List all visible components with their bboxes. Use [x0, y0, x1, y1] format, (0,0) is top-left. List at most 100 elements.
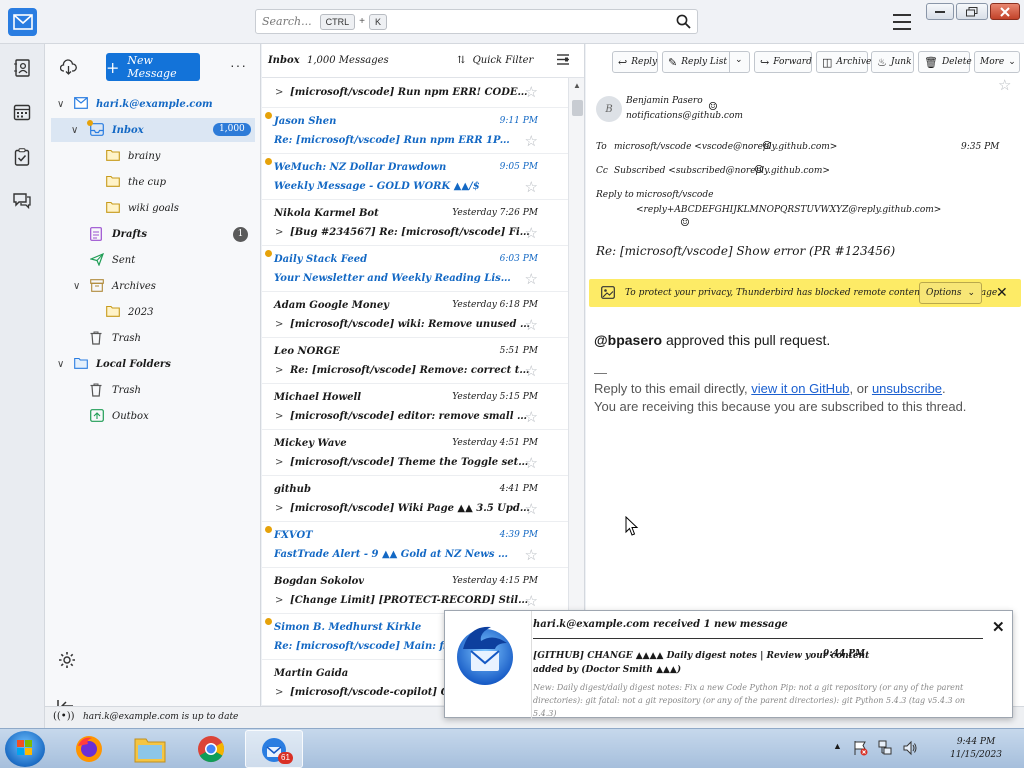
- star-icon[interactable]: ☆: [525, 408, 538, 426]
- star-icon[interactable]: ☆: [525, 592, 538, 610]
- maximize-button[interactable]: [956, 3, 988, 20]
- folder-archives[interactable]: ∨ Archives: [45, 274, 261, 298]
- tasks-icon[interactable]: [11, 146, 33, 168]
- message-row[interactable]: Daily Stack Feed 6:03 PM Your Newsletter a…: [262, 246, 568, 292]
- address-book-icon[interactable]: [11, 57, 33, 79]
- folder-drafts[interactable]: Drafts 1: [45, 222, 261, 246]
- junk-button[interactable]: ♨ Junk: [871, 51, 914, 73]
- local-folders-row[interactable]: ∨ Local Folders: [45, 352, 261, 376]
- scroll-up-icon[interactable]: ▲: [573, 81, 581, 90]
- unsubscribe-link[interactable]: unsubscribe: [872, 381, 942, 396]
- search-icon[interactable]: [676, 14, 691, 32]
- taskbar-firefox-icon[interactable]: [60, 730, 118, 768]
- star-icon[interactable]: ☆: [525, 132, 538, 150]
- forward-button[interactable]: ↪ Forward: [754, 51, 812, 73]
- chevron-down-icon[interactable]: ⌄: [735, 55, 743, 65]
- scroll-thumb[interactable]: [572, 100, 583, 116]
- mention[interactable]: @bpasero: [594, 332, 662, 348]
- close-window-button[interactable]: [990, 3, 1020, 20]
- action-center-flag-icon[interactable]: [852, 740, 868, 759]
- show-hidden-icons-icon[interactable]: ▲: [833, 741, 842, 751]
- online-status-icon[interactable]: ((•)): [53, 711, 75, 722]
- reply-to-address[interactable]: <reply+ABCDEFGHIJKLMNOPQRSTUVWXYZ@reply.…: [636, 205, 941, 215]
- message-row[interactable]: github 4:41 PM > [microsoft/vscode] Wiki Pa…: [262, 476, 568, 522]
- star-icon[interactable]: ☆: [525, 224, 538, 242]
- add-contact-icon[interactable]: ☺: [708, 100, 718, 113]
- folder-brainy[interactable]: brainy: [45, 144, 261, 168]
- star-icon[interactable]: ☆: [525, 83, 538, 101]
- expand-thread-icon[interactable]: >: [275, 365, 283, 376]
- star-icon[interactable]: ☆: [525, 454, 538, 472]
- expand-thread-icon[interactable]: >: [275, 227, 283, 238]
- expand-thread-icon[interactable]: >: [275, 595, 283, 606]
- cc-value[interactable]: Subscribed <subscribed@noreply.github.co…: [614, 166, 830, 176]
- folder-the-cup[interactable]: the cup: [45, 170, 261, 194]
- taskbar-clock[interactable]: 9:44 PM 11/15/2023: [944, 736, 1008, 762]
- reply-list-button[interactable]: ✎ Reply List ⌄: [662, 51, 750, 73]
- volume-icon[interactable]: [902, 740, 918, 759]
- star-icon[interactable]: ☆: [525, 178, 538, 196]
- folder-2023[interactable]: 2023: [45, 300, 261, 324]
- message-row[interactable]: Adam Google Money Yesterday 6:18 PM > [micr…: [262, 292, 568, 338]
- account-row[interactable]: ∨ hari.k@example.com: [45, 92, 261, 116]
- remote-content-options-button[interactable]: Options ⌄: [919, 282, 983, 304]
- taskbar-explorer-icon[interactable]: [121, 730, 179, 768]
- expand-thread-icon[interactable]: >: [275, 87, 283, 98]
- minimize-button[interactable]: [926, 3, 954, 20]
- sender-name[interactable]: Benjamin Pasero: [626, 96, 703, 106]
- expand-thread-icon[interactable]: >: [275, 319, 283, 330]
- message-row[interactable]: Jason Shen 9:11 PM Re: [microsoft/vscode] …: [262, 108, 568, 154]
- list-display-options-icon[interactable]: [556, 53, 570, 69]
- add-contact-icon[interactable]: ☺: [762, 139, 772, 152]
- message-row[interactable]: Michael Howell Yesterday 5:15 PM > [microso…: [262, 384, 568, 430]
- new-mail-notification[interactable]: hari.k@example.com received 1 new messag…: [444, 610, 1013, 719]
- new-message-button[interactable]: + New Message: [106, 53, 200, 81]
- chat-icon[interactable]: [11, 190, 33, 212]
- view-on-github-link[interactable]: view it on GitHub: [751, 381, 849, 396]
- taskbar-chrome-icon[interactable]: [182, 730, 240, 768]
- message-row[interactable]: WeMuch: NZ Dollar Drawdown 9:05 PM Weekly …: [262, 154, 568, 200]
- expand-thread-icon[interactable]: >: [275, 503, 283, 514]
- message-row[interactable]: FXVOT 4:39 PM FastTrade Alert - 9 ▲▲ Gold …: [262, 522, 568, 568]
- delete-button[interactable]: 🗑 Delete: [918, 51, 972, 73]
- app-menu-icon[interactable]: [893, 14, 911, 30]
- add-contact-icon[interactable]: ☺: [754, 163, 764, 176]
- local-outbox[interactable]: Outbox: [45, 404, 261, 428]
- folder-pane-more-icon[interactable]: ···: [230, 57, 247, 73]
- calendar-icon[interactable]: [11, 101, 33, 123]
- settings-gear-icon[interactable]: [58, 651, 76, 672]
- close-icon[interactable]: ✕: [996, 285, 1008, 301]
- twisty-icon[interactable]: ∨: [71, 125, 78, 136]
- expand-thread-icon[interactable]: >: [275, 411, 283, 422]
- twisty-icon[interactable]: ∨: [57, 99, 64, 110]
- more-button[interactable]: More ⌄: [974, 51, 1020, 73]
- add-contact-icon[interactable]: ☺: [680, 216, 690, 229]
- reply-button[interactable]: ↩ Reply: [612, 51, 658, 73]
- mail-app-icon[interactable]: [8, 8, 37, 36]
- taskbar-thunderbird-icon[interactable]: 61: [245, 730, 303, 768]
- reply-to-value[interactable]: microsoft/vscode: [636, 190, 713, 200]
- list-item[interactable]: > [microsoft/vscode] Run npm ERR! CODE E…: [262, 78, 568, 108]
- network-icon[interactable]: [877, 740, 893, 759]
- search-input[interactable]: Search... CTRL + K: [255, 9, 698, 34]
- message-row[interactable]: Nikola Karmel Bot Yesterday 7:26 PM > [Bug …: [262, 200, 568, 246]
- twisty-icon[interactable]: ∨: [73, 281, 80, 292]
- twisty-icon[interactable]: ∨: [57, 359, 64, 370]
- message-row[interactable]: Mickey Wave Yesterday 4:51 PM > [microsoft/…: [262, 430, 568, 476]
- quick-filter-button[interactable]: ⇅ Quick Filter: [457, 55, 533, 66]
- to-value[interactable]: microsoft/vscode <vscode@noreply.github.…: [614, 142, 837, 152]
- get-messages-icon[interactable]: [59, 59, 77, 78]
- star-icon[interactable]: ☆: [525, 362, 538, 380]
- start-button[interactable]: [5, 731, 45, 767]
- star-icon[interactable]: ☆: [525, 270, 538, 288]
- expand-thread-icon[interactable]: >: [275, 687, 283, 698]
- folder-sent[interactable]: Sent: [45, 248, 261, 272]
- star-icon[interactable]: ☆: [525, 500, 538, 518]
- close-icon[interactable]: ✕: [992, 618, 1005, 636]
- message-row[interactable]: Leo NORGE 5:51 PM > Re: [microsoft/vscode] …: [262, 338, 568, 384]
- folder-trash[interactable]: Trash: [45, 326, 261, 350]
- expand-thread-icon[interactable]: >: [275, 457, 283, 468]
- folder-inbox[interactable]: ∨ Inbox 1,000: [51, 118, 255, 142]
- local-trash[interactable]: Trash: [45, 378, 261, 402]
- archive-button[interactable]: ◫ Archive: [816, 51, 871, 73]
